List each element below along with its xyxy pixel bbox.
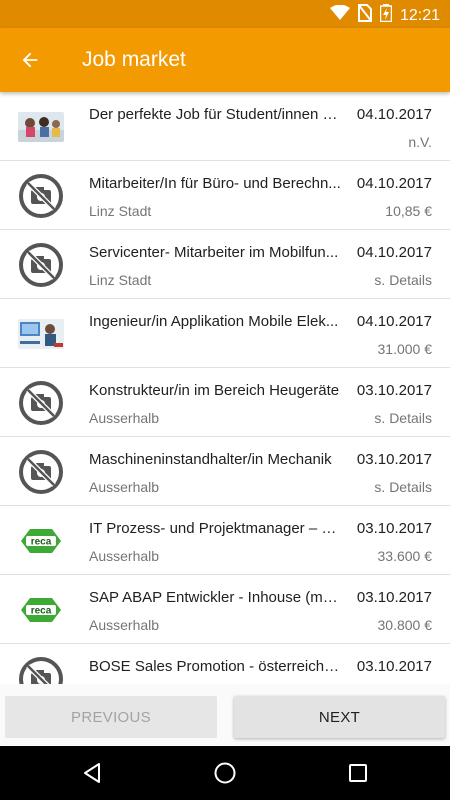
job-location: Ausserhalb [89, 548, 160, 564]
job-list[interactable]: Der perfekte Job für Student/innen u... … [0, 92, 450, 684]
engineer-photo-icon [18, 319, 64, 349]
reca-logo-icon: reca [18, 521, 64, 561]
job-title: BOSE Sales Promotion - österreichw... [89, 658, 341, 675]
job-thumbnail [18, 449, 64, 495]
job-location: Ausserhalb [89, 479, 160, 495]
job-list-item[interactable]: Der perfekte Job für Student/innen u... … [0, 92, 450, 161]
job-salary: n.V. [408, 134, 432, 150]
no-image-icon [19, 243, 63, 287]
job-list-item[interactable]: reca IT Prozess- und Projektmanager – L.… [0, 506, 450, 575]
job-date: 03.10.2017 [356, 451, 432, 468]
job-list-item[interactable]: Maschineninstandhalter/in Mechanik 03.10… [0, 437, 450, 506]
nav-home-button[interactable] [211, 759, 239, 787]
job-list-item[interactable]: Ingenieur/in Applikation Mobile Elek... … [0, 299, 450, 368]
job-list-item[interactable]: Konstrukteur/in im Bereich Heugeräte 03.… [0, 368, 450, 437]
job-list-item[interactable]: Servicenter- Mitarbeiter im Mobilfun... … [0, 230, 450, 299]
nav-back-button[interactable] [78, 759, 106, 787]
no-sim-icon [357, 3, 373, 27]
triangle-back-icon [84, 763, 100, 783]
job-date: 03.10.2017 [356, 589, 432, 606]
job-title: Maschineninstandhalter/in Mechanik [89, 451, 332, 468]
job-thumbnail [18, 311, 64, 357]
status-bar: 12:21 [0, 0, 450, 28]
job-title: IT Prozess- und Projektmanager – L... [89, 520, 341, 537]
job-location: Ausserhalb [89, 617, 160, 633]
job-list-item[interactable]: Mitarbeiter/In für Büro- und Berechn... … [0, 161, 450, 230]
previous-button[interactable]: PREVIOUS [5, 696, 217, 738]
job-thumbnail: reca [18, 587, 64, 633]
battery-icon [379, 4, 393, 27]
reca-logo-icon: reca [18, 590, 64, 630]
job-date: 03.10.2017 [356, 520, 432, 537]
job-title: Konstrukteur/in im Bereich Heugeräte [89, 382, 340, 399]
job-title: Mitarbeiter/In für Büro- und Berechn... [89, 175, 341, 192]
job-title: SAP ABAP Entwickler - Inhouse (m/w) [89, 589, 341, 606]
job-salary: 33.600 € [377, 548, 433, 564]
job-salary: s. Details [374, 272, 432, 288]
no-image-icon [19, 381, 63, 425]
students-photo-icon [18, 112, 64, 142]
job-date: 04.10.2017 [356, 313, 432, 330]
page-title: Job market [82, 48, 186, 71]
next-button[interactable]: NEXT [234, 696, 445, 738]
job-salary: s. Details [374, 410, 432, 426]
job-list-item[interactable]: BOSE Sales Promotion - österreichw... 03… [0, 644, 450, 684]
no-image-icon [19, 657, 63, 684]
job-salary: s. Details [374, 479, 432, 495]
system-nav-bar [0, 746, 450, 800]
job-title: Ingenieur/in Applikation Mobile Elek... [89, 313, 339, 330]
job-date: 03.10.2017 [356, 658, 432, 675]
status-time: 12:21 [399, 6, 440, 24]
job-thumbnail [18, 173, 64, 219]
svg-text:reca: reca [31, 606, 52, 617]
job-thumbnail [18, 242, 64, 288]
job-title: Der perfekte Job für Student/innen u... [89, 106, 341, 123]
job-location: Linz Stadt [89, 272, 152, 288]
job-salary: 30.800 € [377, 617, 433, 633]
job-thumbnail: reca [18, 518, 64, 564]
job-date: 04.10.2017 [356, 244, 432, 261]
back-button[interactable] [14, 44, 46, 76]
job-date: 04.10.2017 [356, 175, 432, 192]
job-thumbnail [18, 656, 64, 684]
job-salary: 10,85 € [385, 203, 432, 219]
job-title: Servicenter- Mitarbeiter im Mobilfun... [89, 244, 339, 261]
job-thumbnail [18, 380, 64, 426]
no-image-icon [19, 174, 63, 218]
job-thumbnail [18, 104, 64, 150]
app-bar: Job market [0, 28, 450, 92]
arrow-back-icon [22, 52, 38, 68]
job-salary: 31.000 € [377, 341, 433, 357]
nav-recents-button[interactable] [344, 759, 372, 787]
svg-text:reca: reca [31, 537, 52, 548]
circle-home-icon [214, 762, 236, 784]
no-image-icon [19, 450, 63, 494]
job-location: Ausserhalb [89, 410, 160, 426]
job-location: Linz Stadt [89, 203, 152, 219]
job-list-item[interactable]: reca SAP ABAP Entwickler - Inhouse (m/w)… [0, 575, 450, 644]
job-date: 03.10.2017 [356, 382, 432, 399]
square-recents-icon [349, 764, 367, 782]
wifi-icon [329, 4, 350, 26]
pagination-bar: PREVIOUS NEXT [0, 684, 450, 746]
job-date: 04.10.2017 [356, 106, 432, 123]
